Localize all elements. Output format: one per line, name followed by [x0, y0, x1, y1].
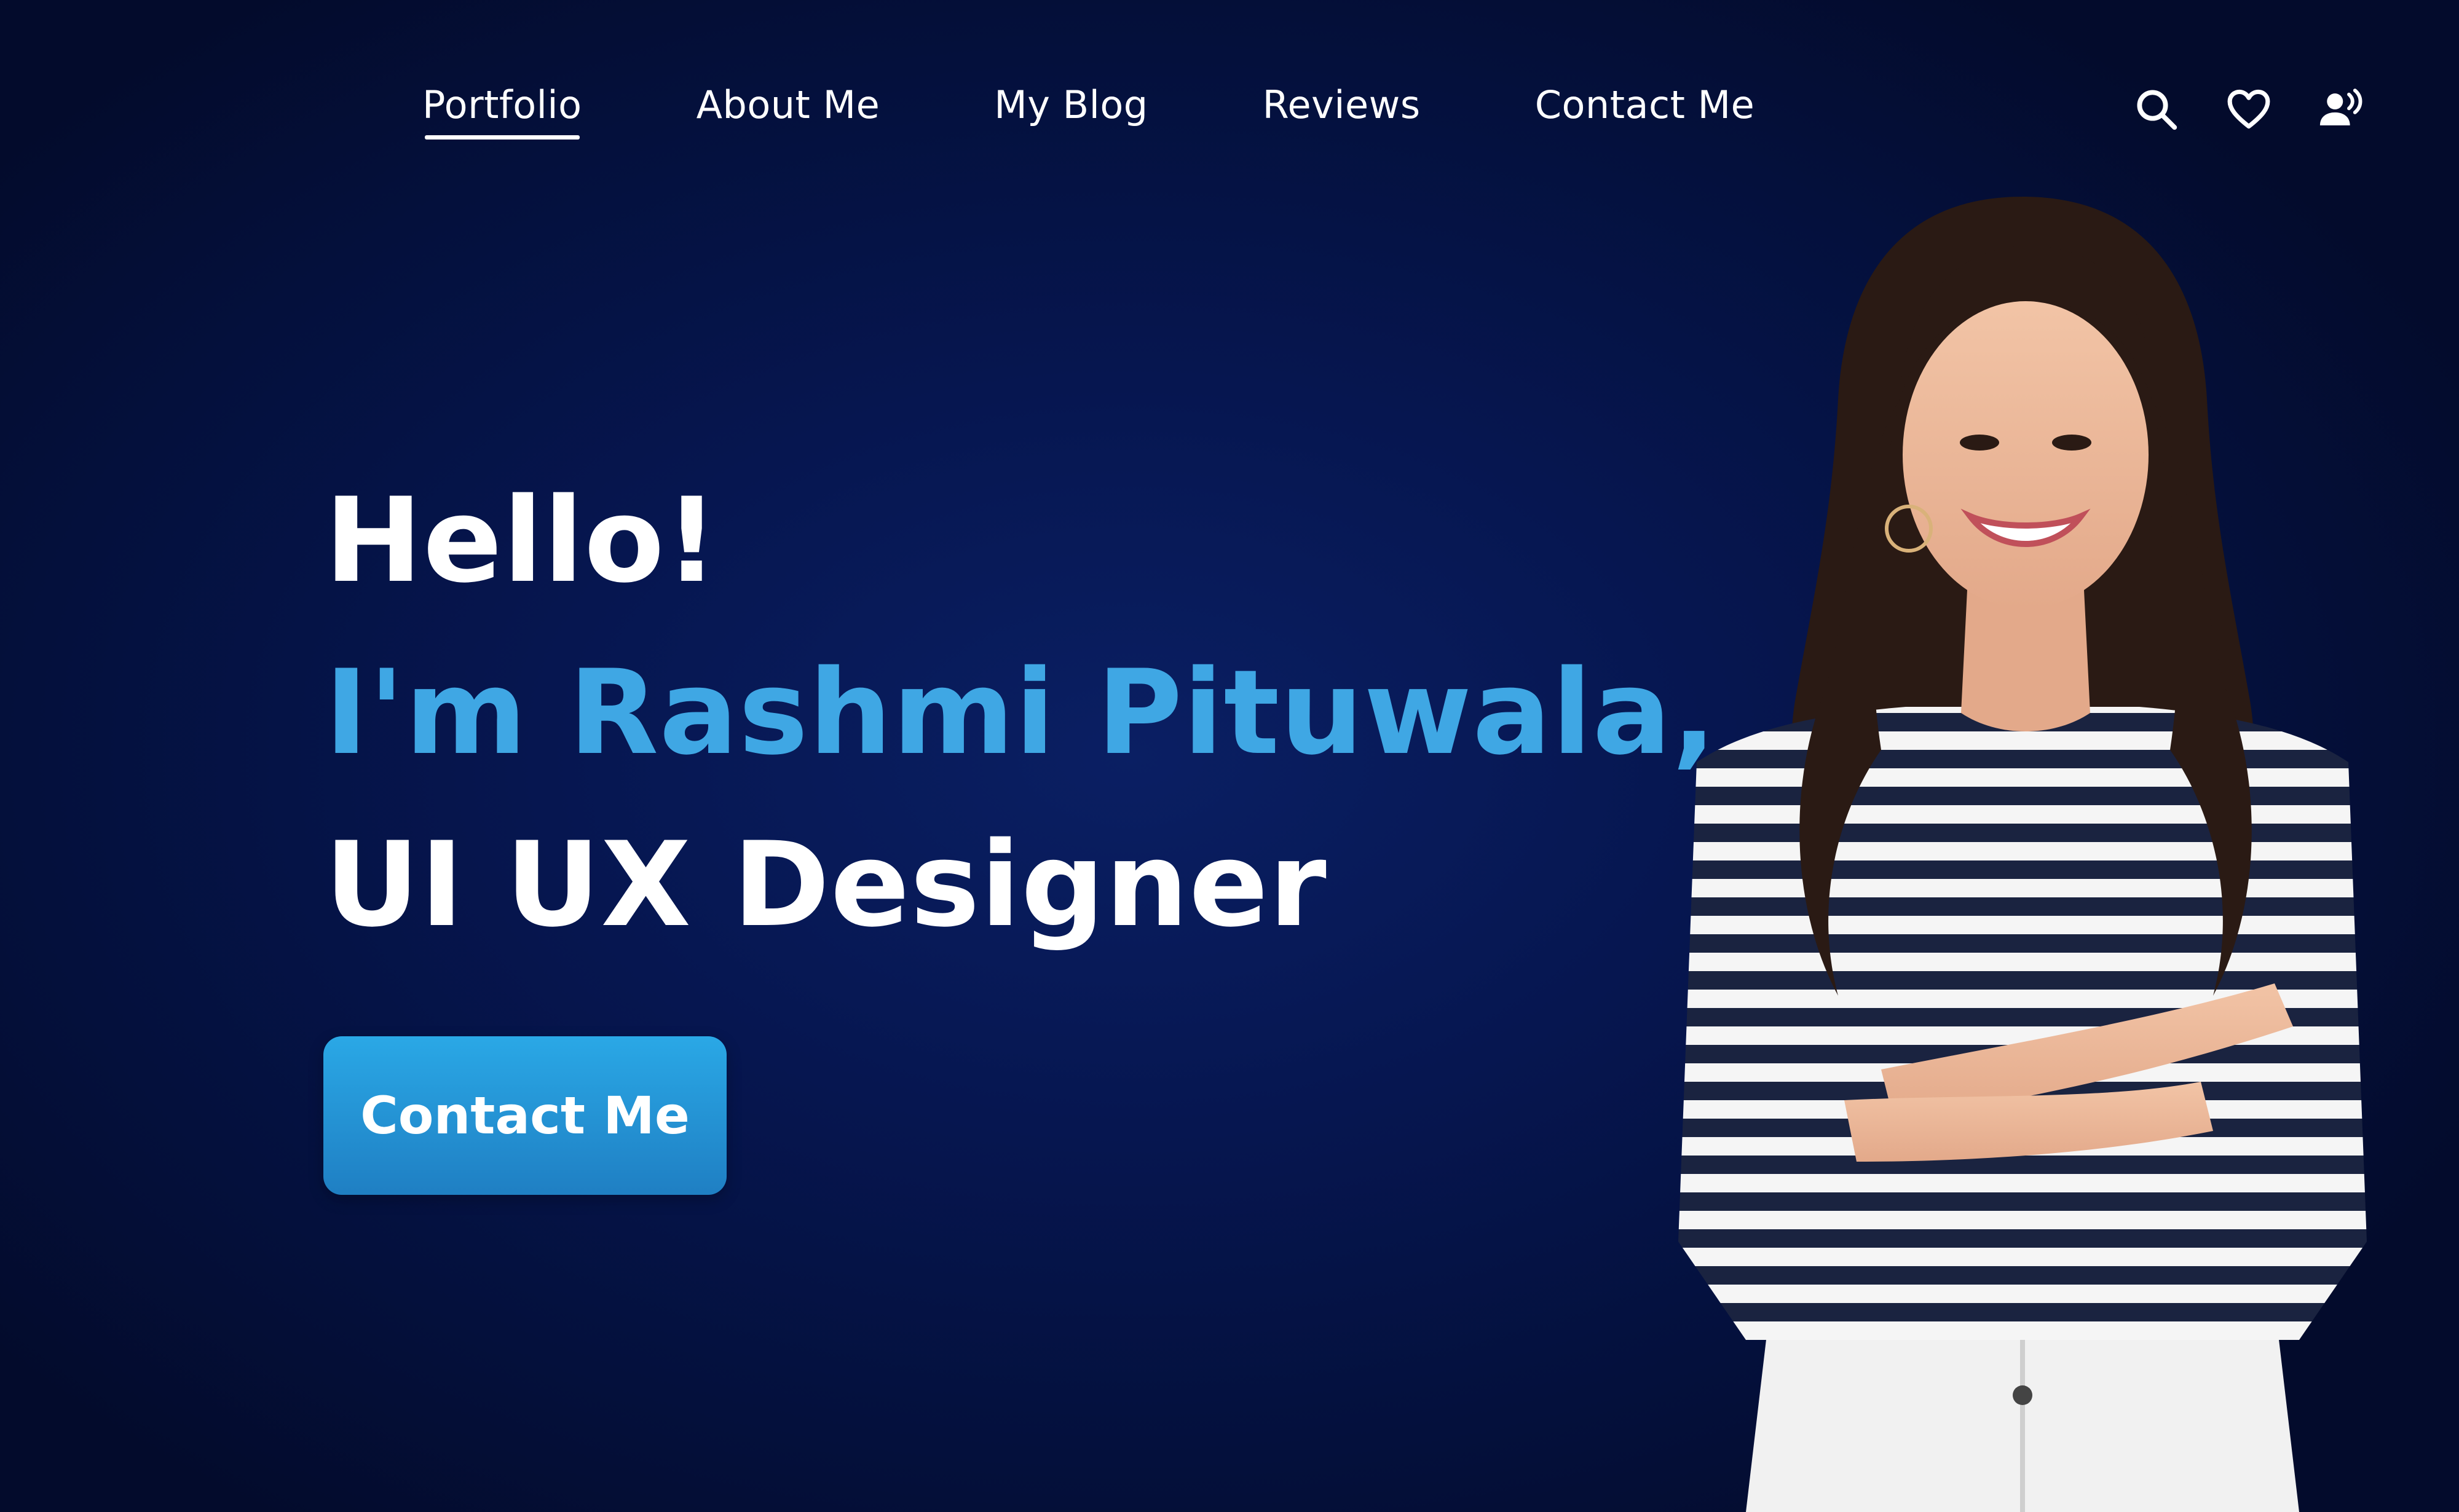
hero-name: I'm Rashmi Pituwala, — [325, 645, 1717, 781]
portrait-photo — [1660, 197, 2385, 1512]
nav-icon-group — [2132, 85, 2366, 134]
heart-icon[interactable] — [2224, 85, 2273, 134]
hero-text: Hello! I'm Rashmi Pituwala, UI UX Design… — [325, 455, 1717, 971]
user-voice-icon[interactable] — [2316, 85, 2366, 134]
nav-item-reviews[interactable]: Reviews — [1263, 82, 1421, 140]
nav-item-portfolio[interactable]: Portfolio — [422, 82, 582, 140]
search-icon[interactable] — [2132, 85, 2181, 134]
hero-page: Portfolio About Me My Blog Reviews Conta… — [0, 0, 2459, 1512]
hero-role: UI UX Designer — [325, 817, 1327, 953]
nav-item-my-blog[interactable]: My Blog — [994, 82, 1148, 140]
hero-greeting: Hello! — [325, 473, 719, 608]
contact-me-button[interactable]: Contact Me — [323, 1036, 727, 1195]
nav-item-about-me[interactable]: About Me — [697, 82, 880, 140]
main-nav: Portfolio About Me My Blog Reviews Conta… — [422, 82, 1754, 140]
nav-item-contact-me[interactable]: Contact Me — [1535, 82, 1755, 140]
